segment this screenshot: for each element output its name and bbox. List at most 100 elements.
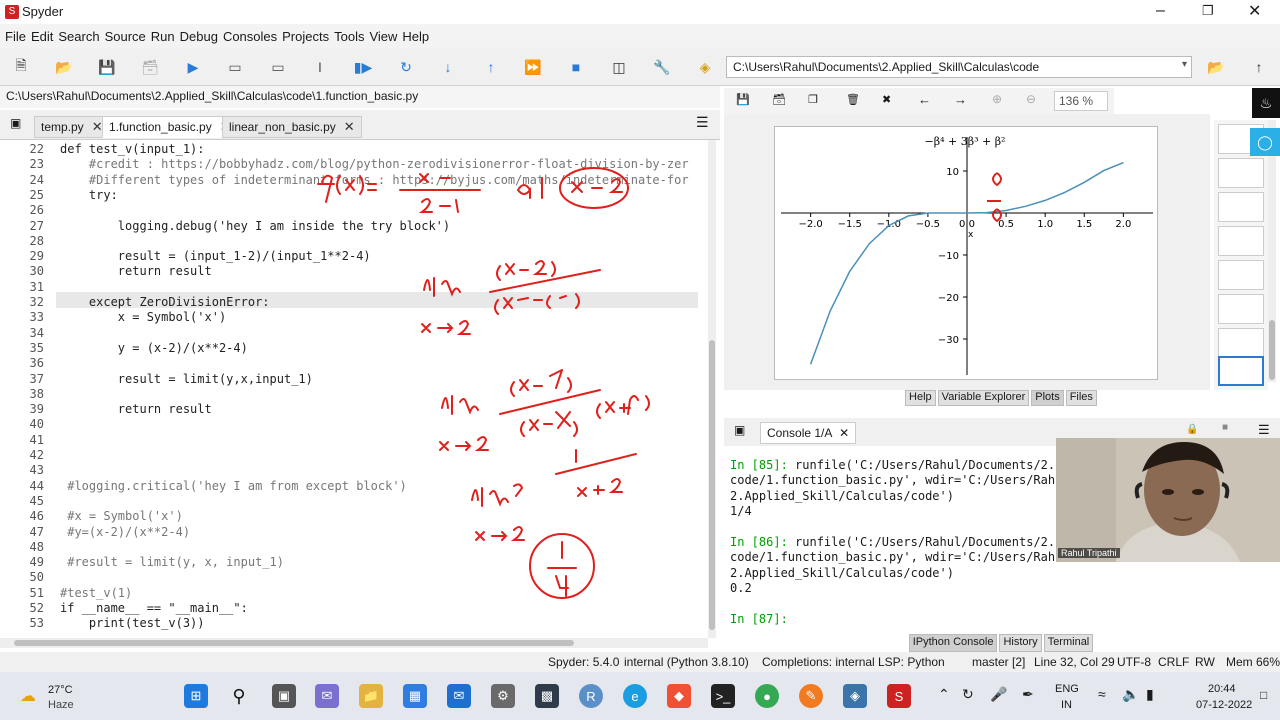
plot-thumbnail[interactable] bbox=[1218, 294, 1264, 324]
copy-plot-icon[interactable]: ❐ bbox=[808, 93, 818, 106]
language-code[interactable]: ENG bbox=[1055, 683, 1079, 695]
step-into-icon[interactable]: ↓ bbox=[439, 58, 457, 76]
task-view-icon[interactable]: ▣ bbox=[272, 684, 296, 708]
next-plot-icon[interactable]: → bbox=[954, 92, 967, 107]
chat-icon[interactable]: ✉ bbox=[315, 684, 339, 708]
terminal-app-icon[interactable]: ▩ bbox=[535, 684, 559, 708]
menu-run[interactable]: Run bbox=[151, 29, 175, 44]
close-tab-icon[interactable]: ✕ bbox=[344, 119, 355, 135]
browse-tabs-icon[interactable]: ▣ bbox=[10, 116, 21, 130]
zoom-field[interactable]: 136 % bbox=[1054, 91, 1108, 111]
cmd-icon[interactable]: >_ bbox=[711, 684, 735, 708]
remove-all-plots-icon[interactable]: ✖ bbox=[882, 93, 891, 106]
close-console-icon[interactable]: ✕ bbox=[839, 426, 849, 440]
maximize-button[interactable]: ❐ bbox=[1202, 3, 1216, 19]
menu-file[interactable]: File bbox=[5, 29, 26, 44]
continue-icon[interactable]: ⏩ bbox=[524, 58, 542, 76]
stop-icon[interactable]: ■ bbox=[567, 58, 585, 76]
chrome-icon[interactable]: ● bbox=[755, 684, 779, 708]
git-icon[interactable]: ◆ bbox=[667, 684, 691, 708]
console-tab[interactable]: Console 1/A ✕ bbox=[760, 422, 857, 444]
plot-thumbnail[interactable] bbox=[1218, 158, 1264, 188]
battery-icon[interactable]: ▮ bbox=[1146, 686, 1154, 703]
remove-plot-icon[interactable]: 🗑 bbox=[846, 93, 860, 106]
new-file-icon[interactable]: 🗎 bbox=[12, 57, 30, 76]
options-icon[interactable]: ♨ bbox=[1252, 88, 1280, 118]
run-selection-icon[interactable]: I bbox=[311, 58, 329, 76]
editor-horizontal-scrollbar[interactable] bbox=[0, 638, 708, 648]
run-icon[interactable]: ▶ bbox=[184, 58, 202, 76]
menu-search[interactable]: Search bbox=[58, 29, 99, 44]
plot-thumbnail-selected[interactable] bbox=[1218, 356, 1264, 386]
working-directory-combo[interactable]: C:\Users\Rahul\Documents\2.Applied_Skill… bbox=[726, 56, 1192, 78]
save-all-icon[interactable]: 🗃 bbox=[141, 58, 159, 76]
tab-terminal[interactable]: Terminal bbox=[1043, 634, 1094, 652]
tab-history[interactable]: History bbox=[999, 634, 1042, 652]
zoom-in-icon[interactable]: ⊕ bbox=[992, 92, 1002, 106]
menu-source[interactable]: Source bbox=[105, 29, 146, 44]
menu-tools[interactable]: Tools bbox=[334, 29, 364, 44]
pen-icon[interactable]: ✒ bbox=[1022, 686, 1034, 703]
notifications-icon[interactable]: □ bbox=[1260, 688, 1267, 702]
save-plot-icon[interactable]: 💾 bbox=[736, 93, 750, 106]
clock-time[interactable]: 20:44 bbox=[1208, 683, 1236, 695]
python-icon[interactable]: ◈ bbox=[843, 684, 867, 708]
browse-consoles-icon[interactable]: ▣ bbox=[734, 423, 745, 437]
sync-icon[interactable]: ↻ bbox=[962, 686, 974, 703]
pen-tool-icon[interactable]: ✎ bbox=[799, 684, 823, 708]
save-all-plots-icon[interactable]: 🗃 bbox=[772, 93, 786, 106]
plot-thumbnail[interactable] bbox=[1218, 328, 1264, 358]
menu-edit[interactable]: Edit bbox=[31, 29, 53, 44]
console-menu-icon[interactable]: ☰ bbox=[1258, 422, 1270, 438]
microphone-icon[interactable]: 🎤 bbox=[990, 686, 1007, 703]
file-explorer-icon[interactable]: 📁 bbox=[359, 684, 383, 708]
clock-date[interactable]: 07-12-2022 bbox=[1196, 699, 1252, 711]
close-button[interactable]: ✕ bbox=[1248, 1, 1262, 21]
minimize-button[interactable]: – bbox=[1156, 2, 1170, 20]
start-icon[interactable]: ⊞ bbox=[184, 684, 208, 708]
interpreter-status[interactable]: internal (Python 3.8.10) bbox=[624, 655, 749, 669]
save-icon[interactable]: 💾 bbox=[98, 58, 116, 76]
debug-icon[interactable]: ▮▶ bbox=[354, 58, 372, 76]
close-tab-icon[interactable]: ✕ bbox=[92, 119, 103, 135]
wifi-icon[interactable]: ≈ bbox=[1098, 686, 1106, 702]
menu-view[interactable]: View bbox=[369, 29, 397, 44]
previous-plot-icon[interactable]: ← bbox=[918, 92, 931, 107]
chevron-up-icon[interactable]: ⌃ bbox=[938, 686, 950, 703]
plot-thumbnail[interactable] bbox=[1218, 260, 1264, 290]
plot-thumbnail[interactable] bbox=[1218, 226, 1264, 256]
open-file-icon[interactable]: 📂 bbox=[55, 58, 73, 76]
python-path-icon[interactable]: ◈ bbox=[696, 58, 714, 76]
menu-help[interactable]: Help bbox=[402, 29, 429, 44]
step-return-icon[interactable]: ↑ bbox=[482, 58, 500, 76]
browse-directory-icon[interactable]: 📂 bbox=[1207, 58, 1225, 76]
plot-thumbnail[interactable] bbox=[1218, 192, 1264, 222]
zoom-out-icon[interactable]: ⊖ bbox=[1026, 92, 1036, 106]
mail-icon[interactable]: ✉ bbox=[447, 684, 471, 708]
tab-files[interactable]: Files bbox=[1065, 390, 1097, 406]
weather-icon[interactable]: ☁ bbox=[20, 686, 36, 706]
debug-step-icon[interactable]: ↻ bbox=[397, 58, 415, 76]
run-cell-icon[interactable]: ▭ bbox=[226, 58, 244, 76]
tab-linear-non-basic[interactable]: linear_non_basic.py ✕ bbox=[222, 116, 362, 138]
tab-ipython-console[interactable]: IPython Console bbox=[908, 634, 998, 652]
tab-function-basic[interactable]: 1.function_basic.py✕ bbox=[102, 116, 238, 138]
run-cell-advance-icon[interactable]: ▭ bbox=[269, 58, 287, 76]
hamburger-menu-icon[interactable]: ☰ bbox=[696, 114, 709, 131]
preferences-icon[interactable]: 🔧 bbox=[653, 58, 671, 76]
thumbnail-scrollbar[interactable] bbox=[1268, 120, 1276, 382]
search-icon[interactable]: ⚲ bbox=[227, 684, 251, 708]
lock-icon[interactable]: 🔒 bbox=[1186, 424, 1198, 435]
blue-tool-icon[interactable]: ◯ bbox=[1250, 128, 1280, 156]
stop-console-icon[interactable]: ■ bbox=[1222, 422, 1228, 433]
menu-debug[interactable]: Debug bbox=[180, 29, 218, 44]
r-app-icon[interactable]: R bbox=[579, 684, 603, 708]
menu-consoles[interactable]: Consoles bbox=[223, 29, 277, 44]
spyder-taskbar-icon[interactable]: S bbox=[887, 684, 911, 708]
region-code[interactable]: IN bbox=[1061, 699, 1072, 711]
parent-directory-icon[interactable]: ↑ bbox=[1250, 58, 1268, 76]
tab-help[interactable]: Help bbox=[905, 390, 936, 406]
microsoft-store-icon[interactable]: ▦ bbox=[403, 684, 427, 708]
volume-icon[interactable]: 🔈 bbox=[1122, 686, 1139, 703]
maximize-pane-icon[interactable]: ◫ bbox=[610, 58, 628, 76]
